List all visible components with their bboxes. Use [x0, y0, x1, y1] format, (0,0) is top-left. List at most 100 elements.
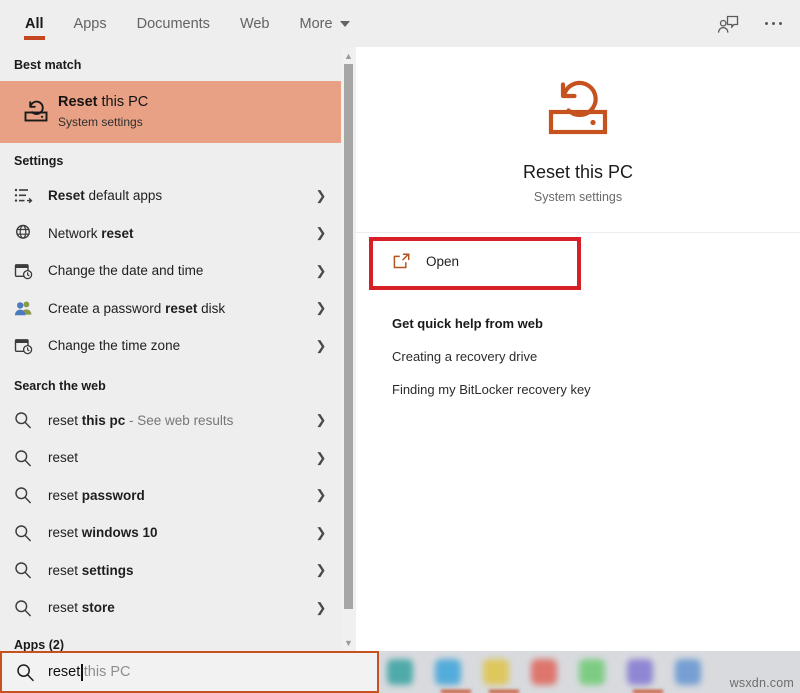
chevron-right-icon[interactable]: ❯ — [313, 263, 329, 279]
web-item-reset-settings[interactable]: reset settings ❯ — [0, 552, 355, 590]
taskbar-icon[interactable] — [435, 659, 461, 685]
chevron-right-icon[interactable]: ❯ — [313, 225, 329, 241]
users-color-icon — [14, 299, 48, 317]
taskbar-icon[interactable] — [483, 659, 509, 685]
result-best-match-reset-this-pc[interactable]: Reset this PC System settings — [0, 81, 355, 143]
results-scrollbar[interactable]: ▲ ▼ — [341, 47, 356, 651]
search-icon — [14, 449, 48, 467]
list-item-label: reset — [48, 450, 313, 465]
taskbar-icon[interactable] — [531, 659, 557, 685]
list-item-label: reset settings — [48, 563, 313, 578]
label-bold: Reset — [48, 188, 85, 203]
tab-more[interactable]: More — [285, 0, 365, 47]
search-icon — [14, 411, 48, 429]
open-external-icon — [392, 252, 426, 270]
list-item-label: reset this pc - See web results — [48, 413, 313, 428]
list-item-password-reset-disk[interactable]: Create a password reset disk ❯ — [0, 290, 355, 328]
open-button[interactable]: Open — [356, 233, 800, 289]
scroll-down-icon[interactable]: ▼ — [341, 634, 356, 651]
tab-documents-label: Documents — [137, 16, 210, 32]
preview-title: Reset this PC — [523, 162, 633, 183]
label-post: default apps — [85, 188, 162, 203]
taskbar-icon[interactable] — [675, 659, 701, 685]
label-pre: reset — [48, 450, 78, 465]
results-list: Best match Reset this PC System settings… — [0, 47, 355, 651]
chevron-right-icon[interactable]: ❯ — [313, 412, 329, 428]
calendar-clock-icon — [14, 262, 48, 280]
list-item-change-time-zone[interactable]: Change the time zone ❯ — [0, 327, 355, 365]
search-typed-value: reset — [48, 664, 80, 680]
help-link-bitlocker-key[interactable]: Finding my BitLocker recovery key — [356, 364, 800, 397]
taskbar-icon[interactable] — [627, 659, 653, 685]
scrollbar-thumb[interactable] — [344, 64, 353, 609]
chevron-right-icon[interactable]: ❯ — [313, 450, 329, 466]
search-icon — [16, 663, 48, 682]
open-button-label: Open — [426, 254, 459, 269]
search-input-text: reset this PC — [48, 664, 131, 681]
best-match-subtitle: System settings — [58, 113, 148, 131]
apps-header: Apps (2) — [0, 627, 355, 652]
web-item-reset-this-pc[interactable]: reset this pc - See web results ❯ — [0, 402, 355, 440]
taskbar-icon[interactable] — [579, 659, 605, 685]
tab-web[interactable]: Web — [225, 0, 285, 47]
best-match-title-rest: this PC — [98, 94, 149, 110]
search-suggestion-text: this PC — [84, 664, 131, 680]
web-item-reset-windows-10[interactable]: reset windows 10 ❯ — [0, 514, 355, 552]
list-item-network-reset[interactable]: Network reset ❯ — [0, 215, 355, 253]
help-link-recovery-drive[interactable]: Creating a recovery drive — [356, 331, 800, 364]
chevron-right-icon[interactable]: ❯ — [313, 600, 329, 616]
watermark: wsxdn.com — [730, 676, 794, 690]
label-pre: Create a password — [48, 301, 165, 316]
taskbar-icon[interactable] — [387, 659, 413, 685]
list-item-reset-default-apps[interactable]: Reset default apps ❯ — [0, 177, 355, 215]
person-chat-icon[interactable] — [717, 14, 739, 34]
reset-pc-icon — [540, 75, 616, 150]
default-apps-icon — [14, 187, 48, 204]
calendar-clock-icon — [14, 337, 48, 355]
label-bold: windows 10 — [82, 525, 158, 540]
search-icon — [14, 599, 48, 617]
label-pre: Change the time zone — [48, 338, 180, 353]
label-pre: reset — [48, 413, 82, 428]
web-item-reset-password[interactable]: reset password ❯ — [0, 477, 355, 515]
search-icon — [14, 524, 48, 542]
search-input[interactable]: reset this PC — [0, 651, 379, 693]
best-match-text: Reset this PC System settings — [58, 93, 148, 131]
list-item-change-date-time[interactable]: Change the date and time ❯ — [0, 252, 355, 290]
tab-web-label: Web — [240, 16, 270, 32]
search-icon — [14, 486, 48, 504]
chevron-right-icon[interactable]: ❯ — [313, 525, 329, 541]
filter-tabs: All Apps Documents Web More — [0, 0, 365, 47]
label-bold: this pc — [82, 413, 126, 428]
label-bold: store — [82, 600, 115, 615]
label-post: disk — [197, 301, 225, 316]
tab-all-label: All — [25, 16, 44, 32]
list-item-label: Change the date and time — [48, 263, 313, 278]
reset-pc-icon — [14, 98, 58, 126]
header-actions — [717, 0, 787, 47]
search-icon — [14, 561, 48, 579]
preview-hero: Reset this PC System settings — [356, 47, 800, 233]
web-item-reset-store[interactable]: reset store ❯ — [0, 589, 355, 627]
ellipsis-icon[interactable] — [761, 16, 787, 32]
best-match-header: Best match — [0, 47, 355, 81]
label-bold: password — [82, 488, 145, 503]
tab-apps[interactable]: Apps — [59, 0, 122, 47]
scroll-up-icon[interactable]: ▲ — [341, 47, 356, 64]
tab-documents[interactable]: Documents — [122, 0, 225, 47]
chevron-right-icon[interactable]: ❯ — [313, 188, 329, 204]
list-item-label: reset store — [48, 600, 313, 615]
preview-subtitle: System settings — [534, 190, 622, 204]
web-item-reset[interactable]: reset ❯ — [0, 439, 355, 477]
list-item-label: Network reset — [48, 226, 313, 241]
list-item-label: Create a password reset disk — [48, 301, 313, 316]
chevron-right-icon[interactable]: ❯ — [313, 338, 329, 354]
tab-apps-label: Apps — [74, 16, 107, 32]
chevron-right-icon[interactable]: ❯ — [313, 300, 329, 316]
tab-all[interactable]: All — [10, 0, 59, 47]
list-item-label: reset password — [48, 488, 313, 503]
label-pre: reset — [48, 563, 82, 578]
chevron-right-icon[interactable]: ❯ — [313, 487, 329, 503]
chevron-right-icon[interactable]: ❯ — [313, 562, 329, 578]
windows-search-panel: All Apps Documents Web More — [0, 0, 800, 693]
